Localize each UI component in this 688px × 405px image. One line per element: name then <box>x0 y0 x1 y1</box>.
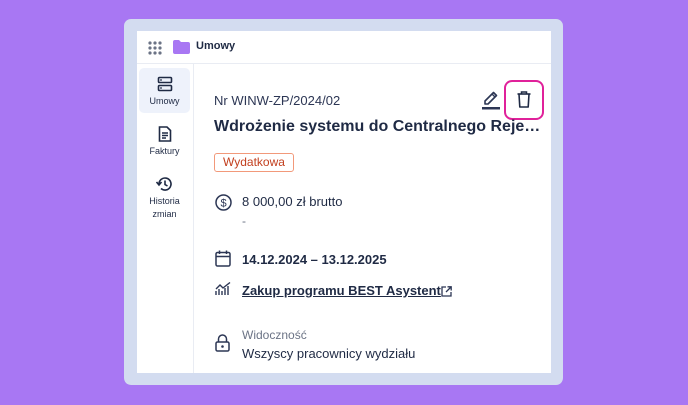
sidebar-item-label: Historia <box>149 196 180 206</box>
contracts-icon <box>157 76 172 92</box>
edit-icon[interactable] <box>482 90 500 110</box>
sidebar-item-label: zmian <box>152 209 177 219</box>
history-icon <box>156 177 172 191</box>
external-link-icon[interactable] <box>441 286 452 297</box>
contract-amount: 8 000,00 zł brutto <box>242 194 343 209</box>
contract-dates: 14.12.2024 – 13.12.2025 <box>242 252 387 267</box>
visibility-label: Widoczność <box>242 328 307 342</box>
contract-details: Nr WINW-ZP/2024/02 Wdrożenie systemu do … <box>194 64 551 373</box>
apps-grid-icon[interactable] <box>148 41 162 55</box>
contract-number: Nr WINW-ZP/2024/02 <box>214 93 341 108</box>
folder-icon <box>173 40 190 54</box>
app-window: Umowy Umowy Faktury Historia zmian Nr WI… <box>137 31 551 373</box>
calendar-icon <box>215 250 231 267</box>
sidebar-item-umowy[interactable]: Umowy <box>139 68 190 113</box>
chart-growth-icon <box>215 282 231 295</box>
invoice-icon <box>158 126 171 142</box>
top-bar: Umowy <box>137 31 551 64</box>
sidebar: Umowy Faktury Historia zmian <box>137 64 194 373</box>
sidebar-item-label: Umowy <box>149 96 180 106</box>
lock-icon <box>215 334 230 352</box>
sidebar-item-faktury[interactable]: Faktury <box>139 122 190 162</box>
contract-title: Wdrożenie systemu do Centralnego Rejes..… <box>214 118 544 135</box>
sidebar-item-label: Faktury <box>149 146 180 156</box>
visibility-value: Wszyscy pracownicy wydziału <box>242 346 416 361</box>
delete-button[interactable] <box>504 80 544 120</box>
contract-amount-secondary: - <box>242 214 246 228</box>
sidebar-item-historia-zmian[interactable]: Historia zmian <box>139 174 190 224</box>
app-title: Umowy <box>196 40 236 52</box>
currency-icon: $ <box>215 194 232 211</box>
status-badge: Wydatkowa <box>214 153 294 172</box>
trash-icon <box>517 91 531 108</box>
svg-text:$: $ <box>220 198 226 210</box>
program-link[interactable]: Zakup programu BEST Asystent <box>242 283 441 298</box>
